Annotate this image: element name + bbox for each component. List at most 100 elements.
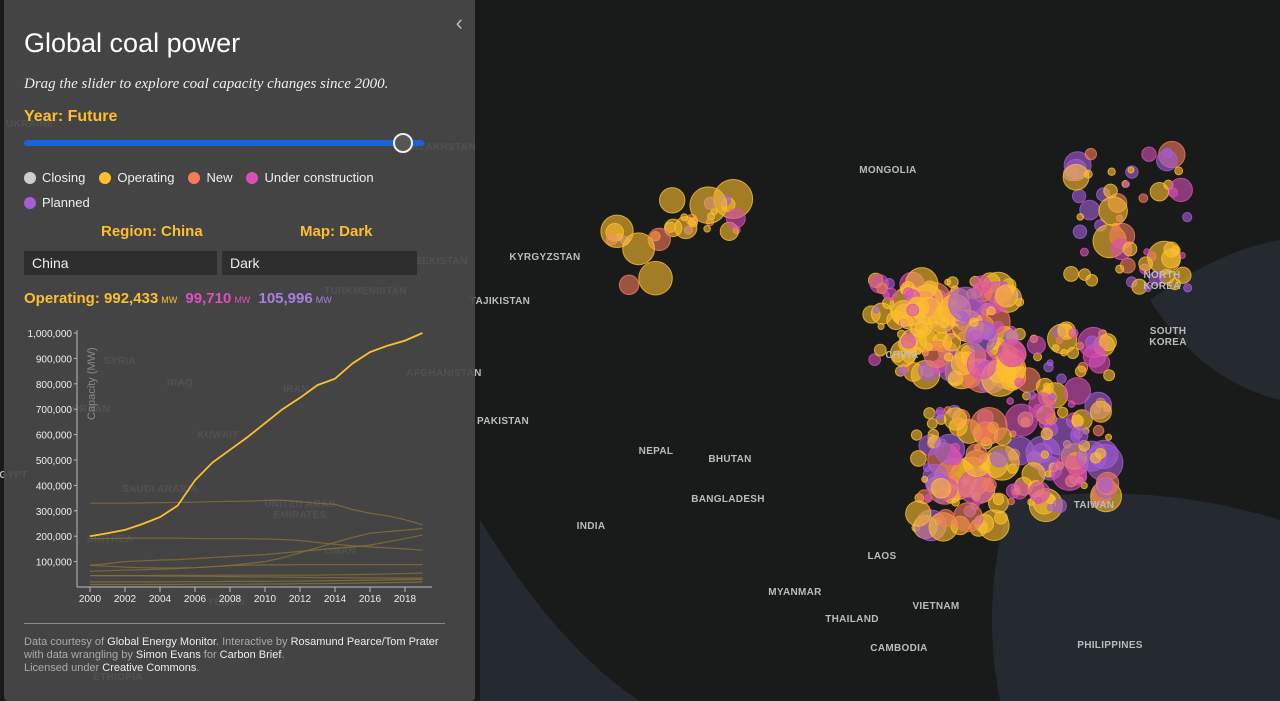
coal-plant-bubble[interactable] xyxy=(638,260,673,296)
coal-plant-bubble[interactable] xyxy=(1006,397,1014,405)
coal-plant-bubble[interactable] xyxy=(1122,180,1130,188)
coal-plant-bubble[interactable] xyxy=(910,429,923,441)
coal-plant-bubble[interactable] xyxy=(1040,427,1053,441)
coal-plant-bubble[interactable] xyxy=(1127,166,1135,174)
coal-plant-bubble[interactable] xyxy=(936,508,955,528)
coal-plant-bubble[interactable] xyxy=(703,225,711,233)
coal-plant-bubble[interactable] xyxy=(947,370,964,387)
coal-plant-bubble[interactable] xyxy=(884,287,898,301)
coal-plant-bubble[interactable] xyxy=(946,276,959,289)
collapse-panel-chevron-left-icon[interactable]: ‹ xyxy=(456,10,463,36)
coal-plant-bubble[interactable] xyxy=(939,318,950,329)
legend-item-closing[interactable]: Closing xyxy=(24,170,85,185)
coal-plant-bubble[interactable] xyxy=(930,477,952,499)
coal-plant-bubble[interactable] xyxy=(997,338,1026,368)
coal-plant-bubble[interactable] xyxy=(986,306,996,316)
coal-plant-bubble[interactable] xyxy=(1115,264,1125,274)
coal-plant-bubble[interactable] xyxy=(982,477,997,493)
coal-plant-bubble[interactable] xyxy=(1107,167,1116,176)
coal-plant-bubble[interactable] xyxy=(903,287,914,298)
legend-item-operating[interactable]: Operating xyxy=(99,170,174,185)
coal-plant-bubble[interactable] xyxy=(1040,450,1050,459)
coal-plant-bubble[interactable] xyxy=(968,317,979,328)
coal-plant-bubble[interactable] xyxy=(1174,166,1184,176)
coal-plant-bubble[interactable] xyxy=(965,443,988,466)
coal-plant-bubble[interactable] xyxy=(1051,344,1060,352)
coal-plant-bubble[interactable] xyxy=(1070,426,1089,445)
coal-plant-bubble[interactable] xyxy=(943,407,968,431)
coal-plant-bubble[interactable] xyxy=(1055,336,1064,344)
year-slider-thumb[interactable] xyxy=(393,133,413,153)
coal-plant-bubble[interactable] xyxy=(1078,268,1092,281)
coal-plant-bubble[interactable] xyxy=(872,306,881,314)
coal-plant-bubble[interactable] xyxy=(900,333,916,349)
year-slider-track[interactable] xyxy=(24,140,424,146)
coal-plant-bubble[interactable] xyxy=(906,303,920,317)
coal-plant-bubble[interactable] xyxy=(942,333,962,352)
coal-plant-bubble[interactable] xyxy=(1043,361,1054,373)
legend-item-new[interactable]: New xyxy=(188,170,232,185)
coal-plant-bubble[interactable] xyxy=(618,274,640,296)
coal-plant-bubble[interactable] xyxy=(659,187,686,214)
coal-plant-bubble[interactable] xyxy=(1092,424,1105,437)
coal-plant-bubble[interactable] xyxy=(1071,188,1087,204)
coal-plant-bubble[interactable] xyxy=(1079,247,1089,257)
region-select[interactable]: China xyxy=(24,251,217,275)
coal-plant-bubble[interactable] xyxy=(1138,193,1149,204)
coal-plant-bubble[interactable] xyxy=(1122,241,1138,257)
coal-plant-bubble[interactable] xyxy=(1028,392,1056,420)
coal-plant-bubble[interactable] xyxy=(1051,455,1088,491)
coal-plant-bubble[interactable] xyxy=(1026,335,1046,355)
coal-plant-bubble[interactable] xyxy=(1082,344,1107,368)
coal-plant-bubble[interactable] xyxy=(972,275,991,294)
carbon-brief-link[interactable]: Carbon Brief xyxy=(220,649,282,661)
legend-item-under-construction[interactable]: Under construction xyxy=(246,170,374,185)
coal-plant-bubble[interactable] xyxy=(1028,481,1051,503)
coal-plant-bubble[interactable] xyxy=(905,500,932,527)
coal-plant-bubble[interactable] xyxy=(877,322,885,331)
coal-plant-bubble[interactable] xyxy=(952,502,983,533)
coal-plant-bubble[interactable] xyxy=(1072,224,1088,239)
coal-plant-bubble[interactable] xyxy=(950,442,961,454)
coal-plant-bubble[interactable] xyxy=(680,213,689,222)
coal-plant-bubble[interactable] xyxy=(970,407,1008,445)
coal-plant-bubble[interactable] xyxy=(1103,369,1116,382)
coal-plant-bubble[interactable] xyxy=(926,418,938,429)
coal-plant-bubble[interactable] xyxy=(1063,266,1080,282)
coal-plant-bubble[interactable] xyxy=(943,352,954,362)
creative-commons-link[interactable]: Creative Commons xyxy=(102,662,196,674)
coal-plant-bubble[interactable] xyxy=(1098,196,1128,226)
coal-plant-bubble[interactable] xyxy=(924,493,933,503)
coal-plant-bubble[interactable] xyxy=(1090,452,1102,464)
coal-plant-bubble[interactable] xyxy=(992,493,1005,506)
coal-plant-bubble[interactable] xyxy=(1076,213,1085,221)
coal-plant-bubble[interactable] xyxy=(1098,478,1113,493)
map-style-select[interactable]: Dark xyxy=(222,251,417,275)
coal-plant-bubble[interactable] xyxy=(725,208,746,229)
coal-plant-bubble[interactable] xyxy=(1170,245,1181,256)
coal-plant-bubble[interactable] xyxy=(1083,169,1093,179)
coal-plant-bubble[interactable] xyxy=(990,449,1009,468)
coal-plant-bubble[interactable] xyxy=(1182,212,1193,223)
authors-link[interactable]: Rosamund Pearce/Tom Prater xyxy=(291,636,439,648)
coal-plant-bubble[interactable] xyxy=(1057,406,1069,418)
coal-plant-bubble[interactable] xyxy=(1084,147,1098,161)
coal-plant-bubble[interactable] xyxy=(1056,373,1067,384)
coal-plant-bubble[interactable] xyxy=(1168,177,1193,203)
coal-plant-bubble[interactable] xyxy=(1089,400,1112,423)
coal-plant-bubble[interactable] xyxy=(1149,182,1170,202)
gem-link[interactable]: Global Energy Monitor xyxy=(107,636,216,648)
coal-plant-bubble[interactable] xyxy=(966,349,997,380)
coal-plant-bubble[interactable] xyxy=(1104,433,1113,441)
coal-plant-bubble[interactable] xyxy=(897,366,907,376)
coal-plant-bubble[interactable] xyxy=(923,407,936,420)
coal-plant-bubble[interactable] xyxy=(1156,149,1178,172)
coal-plant-bubble[interactable] xyxy=(1183,283,1193,293)
coal-plant-bubble[interactable] xyxy=(689,186,728,225)
coal-plant-bubble[interactable] xyxy=(1014,377,1024,388)
coal-plant-bubble[interactable] xyxy=(933,409,946,421)
coal-plant-bubble[interactable] xyxy=(1010,481,1029,500)
coal-plant-bubble[interactable] xyxy=(1068,327,1079,338)
coal-plant-bubble[interactable] xyxy=(1138,256,1154,272)
coal-plant-bubble[interactable] xyxy=(995,284,1019,308)
